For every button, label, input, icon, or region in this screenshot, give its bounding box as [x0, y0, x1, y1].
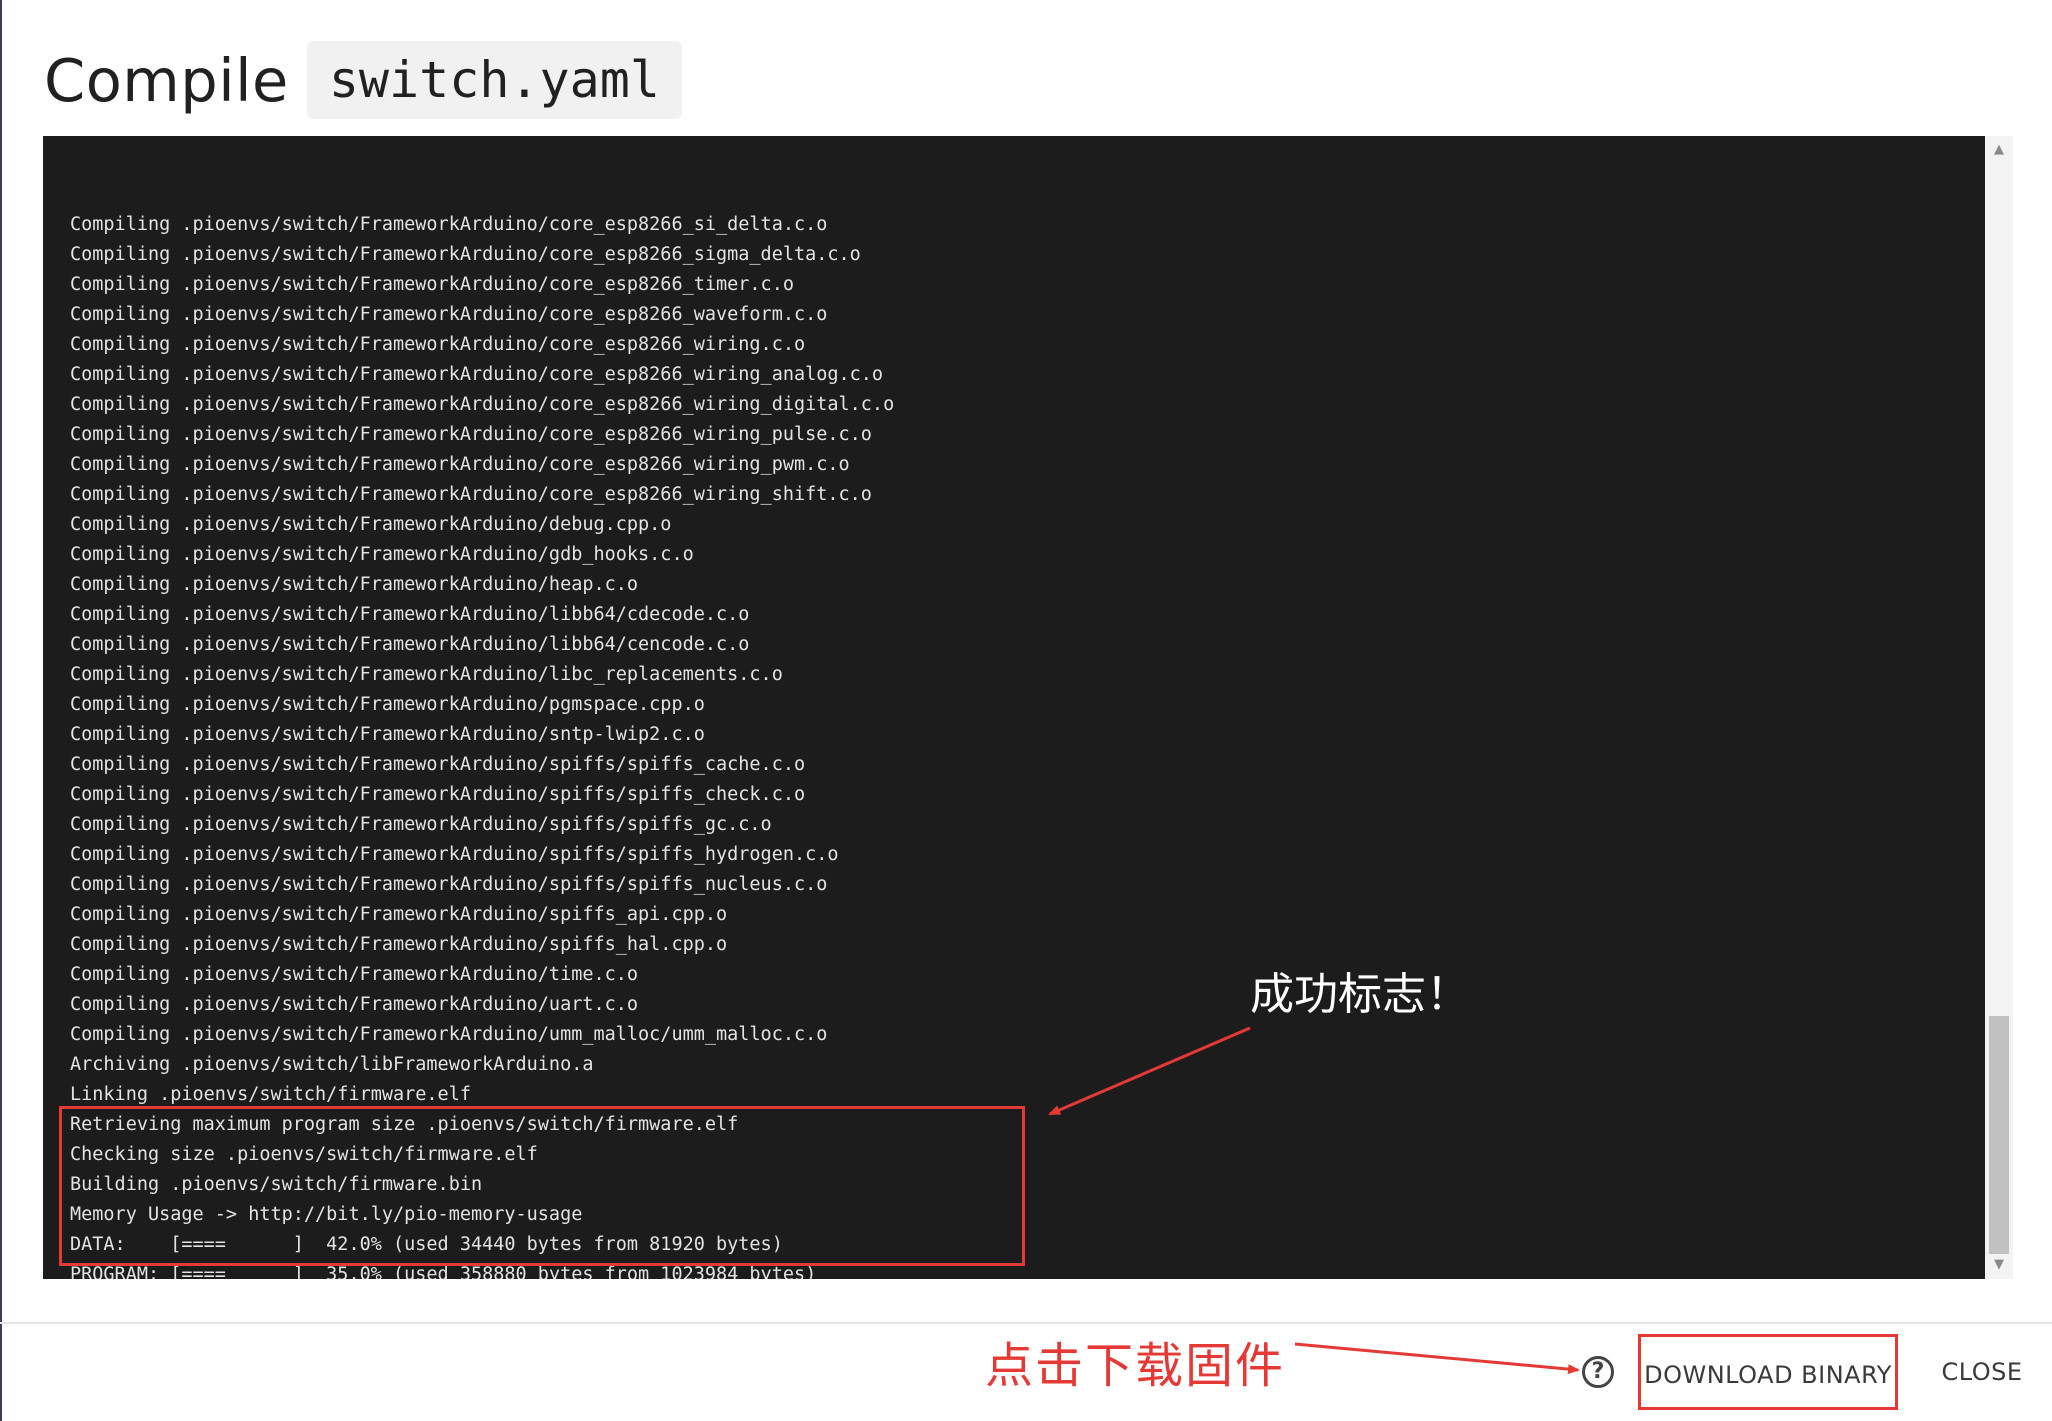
- log-line: Compiling .pioenvs/switch/FrameworkArdui…: [70, 694, 705, 715]
- log-scrollbar[interactable]: ▲ ▼: [1985, 136, 2013, 1279]
- scroll-down-icon[interactable]: ▼: [1985, 1255, 2013, 1275]
- annotation-download-hint: 点击下载固件: [985, 1338, 1286, 1394]
- scroll-thumb[interactable]: [1989, 1016, 2009, 1254]
- log-line: Compiling .pioenvs/switch/FrameworkArdui…: [70, 634, 750, 655]
- log-line: Compiling .pioenvs/switch/FrameworkArdui…: [70, 574, 639, 595]
- log-line: Compiling .pioenvs/switch/FrameworkArdui…: [70, 604, 750, 625]
- log-line: Compiling .pioenvs/switch/FrameworkArdui…: [70, 514, 672, 535]
- log-line: Compiling .pioenvs/switch/FrameworkArdui…: [70, 364, 884, 385]
- log-line: Compiling .pioenvs/switch/FrameworkArdui…: [70, 334, 806, 355]
- log-line: Compiling .pioenvs/switch/FrameworkArdui…: [70, 814, 772, 835]
- log-line: Compiling .pioenvs/switch/FrameworkArdui…: [70, 304, 828, 325]
- log-line: Compiling .pioenvs/switch/FrameworkArdui…: [70, 994, 639, 1015]
- success-highlight-box: [59, 1106, 1025, 1266]
- log-line: Compiling .pioenvs/switch/FrameworkArdui…: [70, 754, 806, 775]
- log-line: Compiling .pioenvs/switch/FrameworkArdui…: [70, 484, 872, 505]
- log-line: Compiling .pioenvs/switch/FrameworkArdui…: [70, 874, 828, 895]
- arrow-to-download-button: [1294, 1342, 1580, 1375]
- log-line: Compiling .pioenvs/switch/FrameworkArdui…: [70, 724, 705, 745]
- log-line: Compiling .pioenvs/switch/FrameworkArdui…: [70, 784, 806, 805]
- log-line: Compiling .pioenvs/switch/FrameworkArdui…: [70, 454, 850, 475]
- log-line: Compiling .pioenvs/switch/FrameworkArdui…: [70, 664, 783, 685]
- annotation-success-mark: 成功标志！: [1250, 969, 1470, 1020]
- dialog-title-file: switch.yaml: [306, 41, 682, 119]
- footer-divider: [0, 1322, 2052, 1324]
- log-line: Archiving .pioenvs/switch/libFrameworkAr…: [70, 1054, 594, 1075]
- log-line: Compiling .pioenvs/switch/FrameworkArdui…: [70, 424, 872, 445]
- scroll-up-icon[interactable]: ▲: [1985, 140, 2013, 160]
- download-binary-button[interactable]: DOWNLOAD BINARY: [1638, 1334, 1898, 1410]
- log-line: Compiling .pioenvs/switch/FrameworkArdui…: [70, 964, 639, 985]
- close-button[interactable]: CLOSE: [1932, 1334, 2032, 1410]
- log-line: Compiling .pioenvs/switch/FrameworkArdui…: [70, 904, 728, 925]
- log-line: Compiling .pioenvs/switch/FrameworkArdui…: [70, 244, 861, 265]
- log-line: Compiling .pioenvs/switch/FrameworkArdui…: [70, 544, 694, 565]
- dialog-title-prefix: Compile: [44, 45, 289, 115]
- dialog-edge: [0, 0, 2, 1421]
- log-line: Compiling .pioenvs/switch/FrameworkArdui…: [70, 1024, 828, 1045]
- log-line: Compiling .pioenvs/switch/FrameworkArdui…: [70, 934, 728, 955]
- log-line: Compiling .pioenvs/switch/FrameworkArdui…: [70, 274, 794, 295]
- log-line: Compiling .pioenvs/switch/FrameworkArdui…: [70, 214, 828, 235]
- log-line: Compiling .pioenvs/switch/FrameworkArdui…: [70, 394, 895, 415]
- dialog-title: Compile switch.yaml: [44, 40, 682, 120]
- help-icon[interactable]: ?: [1582, 1356, 1614, 1388]
- log-line: Compiling .pioenvs/switch/FrameworkArdui…: [70, 844, 839, 865]
